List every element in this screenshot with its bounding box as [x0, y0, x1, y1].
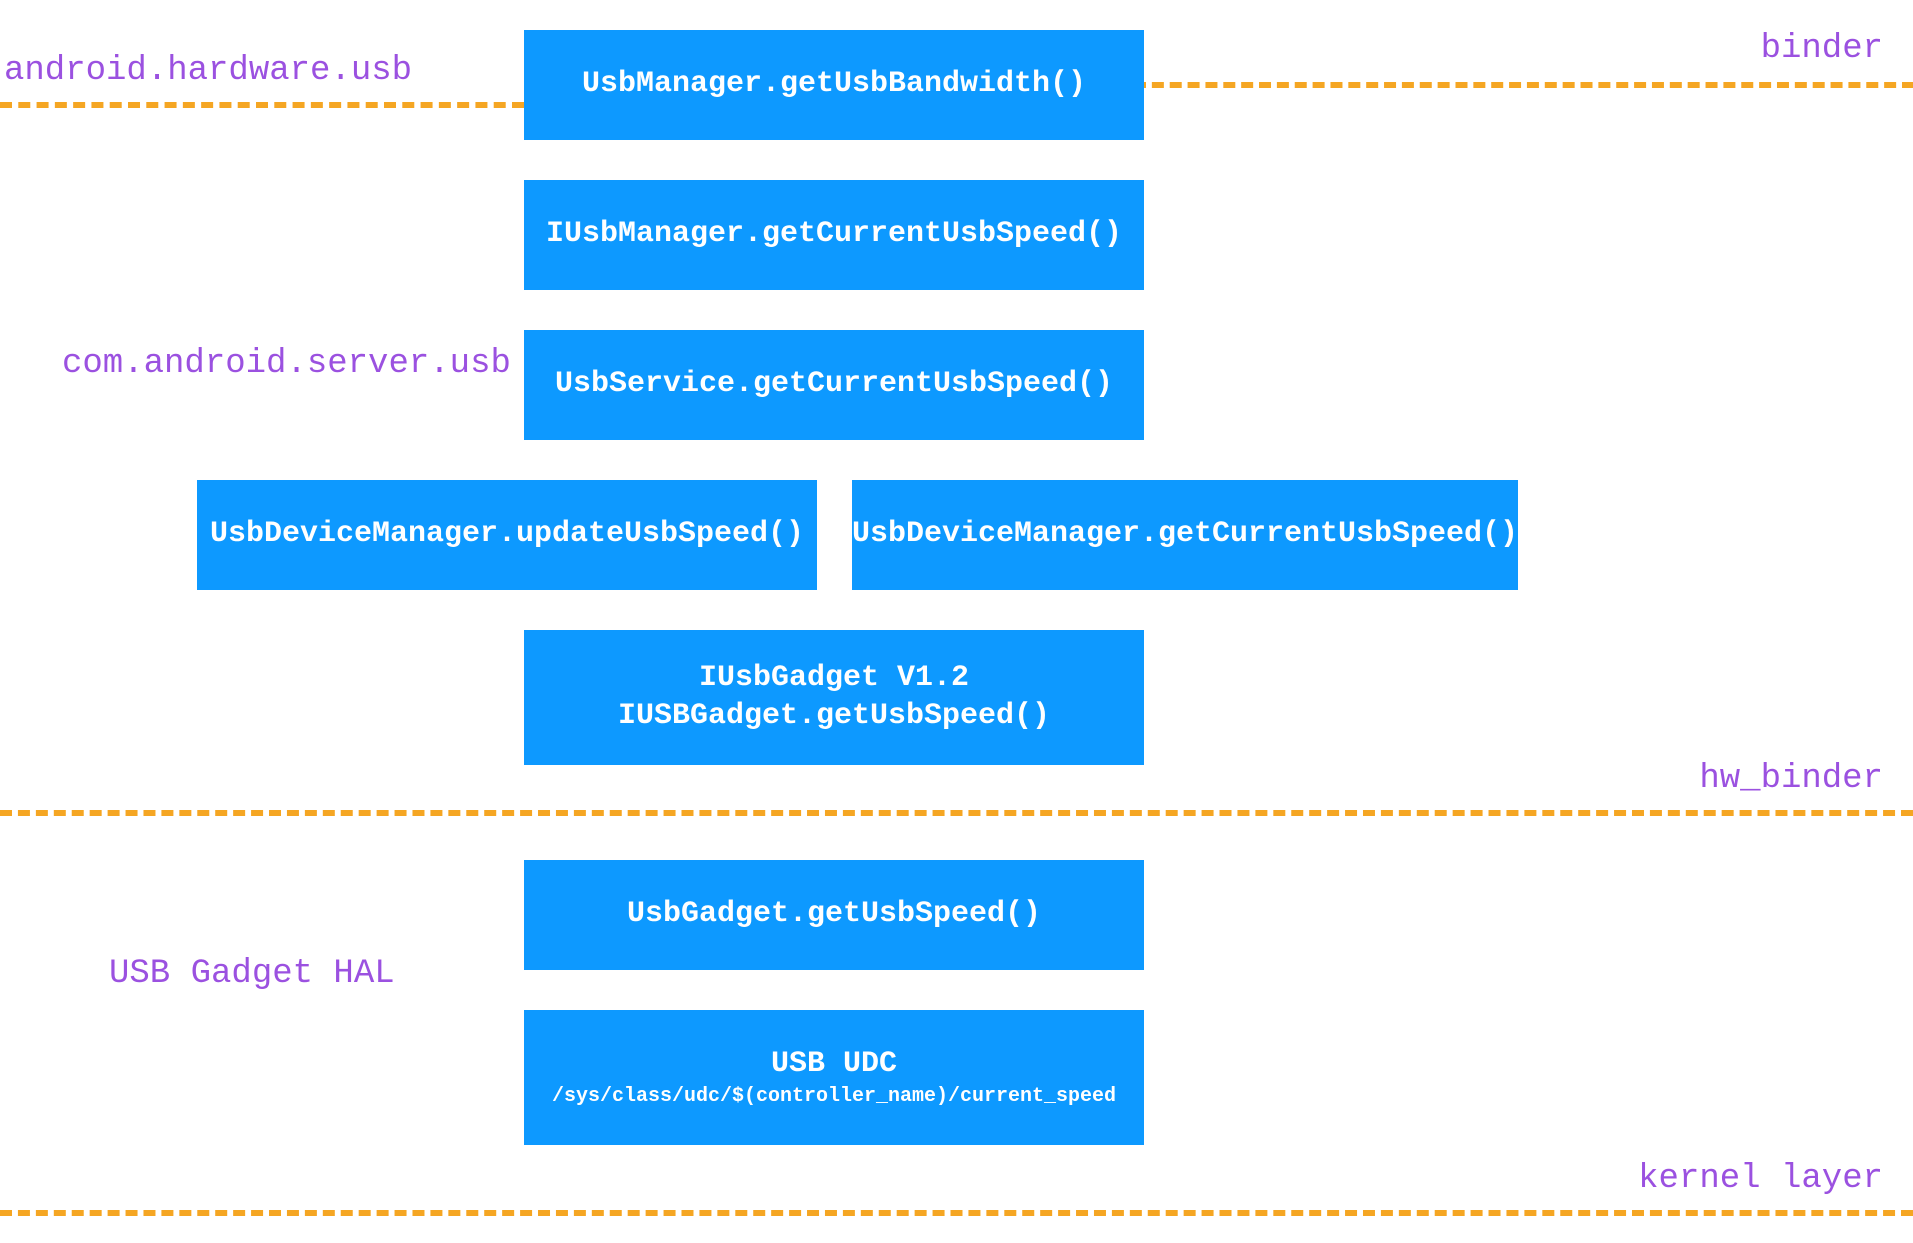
box-usbdevicemanager-update: UsbDeviceManager.updateUsbSpeed() — [197, 480, 817, 590]
box-usbmanager-get-bandwidth: UsbManager.getUsbBandwidth() — [524, 30, 1144, 140]
box-usb-udc: USB UDC /sys/class/udc/$(controller_name… — [524, 1010, 1144, 1145]
box-text-line2: IUSBGadget.getUsbSpeed() — [618, 698, 1050, 736]
box-text-line1: USB UDC — [771, 1046, 897, 1084]
dashed-binder-right — [1134, 82, 1913, 88]
label-hw-binder: hw_binder — [1699, 760, 1883, 798]
box-usbdevicemanager-getcurrent: UsbDeviceManager.getCurrentUsbSpeed() — [852, 480, 1518, 590]
label-binder: binder — [1761, 30, 1883, 68]
box-text: IUsbManager.getCurrentUsbSpeed() — [546, 216, 1122, 254]
box-text-line2: /sys/class/udc/$(controller_name)/curren… — [552, 1084, 1116, 1109]
box-usbgadget-getspeed: UsbGadget.getUsbSpeed() — [524, 860, 1144, 970]
box-text: UsbDeviceManager.updateUsbSpeed() — [210, 516, 804, 554]
dashed-kernel-layer — [0, 1210, 1913, 1216]
label-com-android-server-usb: com.android.server.usb — [62, 345, 511, 383]
dashed-binder-left — [0, 102, 524, 108]
box-iusbmanager-getcurrent: IUsbManager.getCurrentUsbSpeed() — [524, 180, 1144, 290]
label-android-hardware-usb: android.hardware.usb — [4, 52, 412, 90]
dashed-hw-binder — [0, 810, 1913, 816]
box-text: UsbService.getCurrentUsbSpeed() — [555, 366, 1113, 404]
box-iusbgadget-v12: IUsbGadget V1.2 IUSBGadget.getUsbSpeed() — [524, 630, 1144, 765]
box-text: UsbDeviceManager.getCurrentUsbSpeed() — [852, 516, 1518, 554]
box-text-line1: IUsbGadget V1.2 — [699, 660, 969, 698]
box-text: UsbGadget.getUsbSpeed() — [627, 896, 1041, 934]
label-usb-gadget-hal: USB Gadget HAL — [109, 955, 395, 993]
box-usbservice-getcurrent: UsbService.getCurrentUsbSpeed() — [524, 330, 1144, 440]
label-kernel-layer: kernel layer — [1638, 1160, 1883, 1198]
box-text: UsbManager.getUsbBandwidth() — [582, 66, 1086, 104]
